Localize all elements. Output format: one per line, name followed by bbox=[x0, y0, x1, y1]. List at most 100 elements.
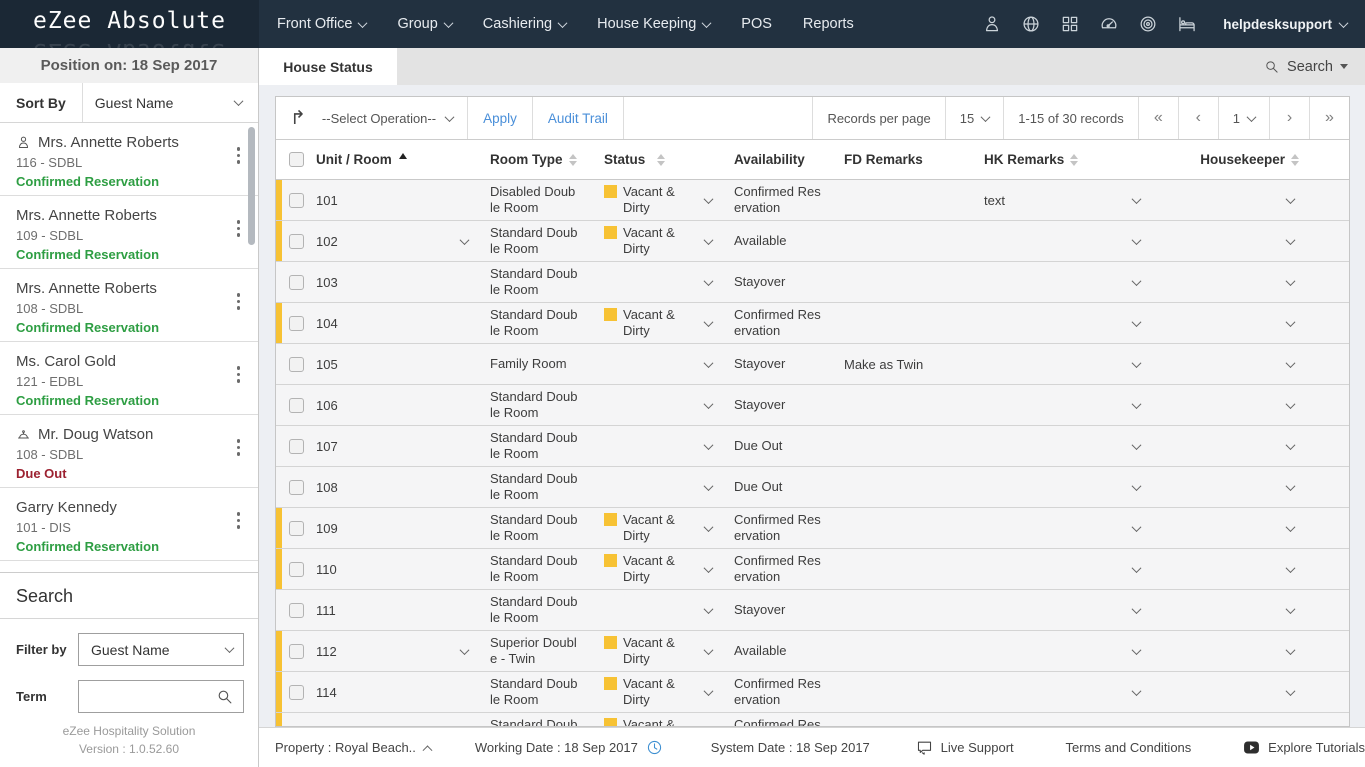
col-hk-remarks[interactable]: HK Remarks bbox=[976, 152, 1148, 167]
guest-actions-menu-icon[interactable] bbox=[237, 220, 241, 237]
bell-icon[interactable] bbox=[16, 427, 31, 442]
guest-card[interactable]: Mrs. Annette Roberts109 - SDBLConfirmed … bbox=[0, 196, 258, 269]
status-dropdown-chevron-icon[interactable] bbox=[704, 399, 714, 409]
status-dropdown-chevron-icon[interactable] bbox=[704, 481, 714, 491]
status-dropdown-chevron-icon[interactable] bbox=[704, 686, 714, 696]
hk-remarks-dropdown-chevron-icon[interactable] bbox=[1132, 481, 1142, 491]
hk-remarks-dropdown-chevron-icon[interactable] bbox=[1132, 522, 1142, 532]
housekeeper-dropdown-chevron-icon[interactable] bbox=[1286, 358, 1296, 368]
row-checkbox[interactable] bbox=[289, 439, 304, 454]
housekeeper-dropdown-chevron-icon[interactable] bbox=[1286, 235, 1296, 245]
live-support-link[interactable]: Live Support bbox=[916, 739, 1014, 756]
expand-row-chevron-icon[interactable] bbox=[459, 235, 469, 245]
last-page-button[interactable]: » bbox=[1309, 97, 1349, 139]
search-toggle[interactable]: Search bbox=[1246, 48, 1365, 85]
status-dropdown-chevron-icon[interactable] bbox=[704, 358, 714, 368]
row-checkbox[interactable] bbox=[289, 480, 304, 495]
eye-icon[interactable] bbox=[1138, 14, 1158, 34]
row-checkbox[interactable] bbox=[289, 193, 304, 208]
col-housekeeper[interactable]: Housekeeper bbox=[1148, 152, 1349, 167]
status-dropdown-chevron-icon[interactable] bbox=[704, 194, 714, 204]
row-checkbox[interactable] bbox=[289, 644, 304, 659]
first-page-button[interactable]: « bbox=[1138, 97, 1178, 139]
status-dropdown-chevron-icon[interactable] bbox=[704, 235, 714, 245]
housekeeper-dropdown-chevron-icon[interactable] bbox=[1286, 645, 1296, 655]
row-checkbox[interactable] bbox=[289, 726, 304, 727]
guest-actions-menu-icon[interactable] bbox=[237, 366, 241, 383]
sort-by-select[interactable]: Guest Name bbox=[83, 83, 258, 122]
operation-select[interactable]: --Select Operation-- bbox=[320, 97, 468, 139]
guest-card[interactable]: Garry Kennedy101 - DISConfirmed Reservat… bbox=[0, 488, 258, 561]
hk-remarks-dropdown-chevron-icon[interactable] bbox=[1132, 686, 1142, 696]
bed-icon[interactable] bbox=[1177, 14, 1197, 34]
housekeeper-dropdown-chevron-icon[interactable] bbox=[1286, 522, 1296, 532]
housekeeper-dropdown-chevron-icon[interactable] bbox=[1286, 481, 1296, 491]
hk-remarks-dropdown-chevron-icon[interactable] bbox=[1132, 440, 1142, 450]
property-selector[interactable]: Property : Royal Beach.. bbox=[275, 740, 431, 755]
row-checkbox[interactable] bbox=[289, 234, 304, 249]
row-checkbox[interactable] bbox=[289, 562, 304, 577]
terms-link[interactable]: Terms and Conditions bbox=[1066, 740, 1192, 755]
housekeeper-dropdown-chevron-icon[interactable] bbox=[1286, 563, 1296, 573]
prev-page-button[interactable]: ‹ bbox=[1178, 97, 1218, 139]
housekeeper-dropdown-chevron-icon[interactable] bbox=[1286, 276, 1296, 286]
row-checkbox[interactable] bbox=[289, 398, 304, 413]
guest-actions-menu-icon[interactable] bbox=[237, 439, 241, 456]
housekeeper-dropdown-chevron-icon[interactable] bbox=[1286, 686, 1296, 696]
person-icon[interactable] bbox=[16, 135, 31, 150]
hk-remarks-dropdown-chevron-icon[interactable] bbox=[1132, 358, 1142, 368]
col-room-type[interactable]: Room Type bbox=[482, 152, 596, 167]
records-per-page-select[interactable]: 15 bbox=[945, 97, 1003, 139]
row-checkbox[interactable] bbox=[289, 275, 304, 290]
gauge-icon[interactable] bbox=[1099, 14, 1119, 34]
housekeeper-dropdown-chevron-icon[interactable] bbox=[1286, 604, 1296, 614]
next-page-button[interactable]: › bbox=[1269, 97, 1309, 139]
housekeeper-dropdown-chevron-icon[interactable] bbox=[1286, 440, 1296, 450]
guest-card[interactable]: Ms. Carol Gold121 - EDBLConfirmed Reserv… bbox=[0, 342, 258, 415]
hk-remarks-dropdown-chevron-icon[interactable] bbox=[1132, 399, 1142, 409]
search-icon[interactable] bbox=[216, 688, 233, 705]
hk-remarks-dropdown-chevron-icon[interactable] bbox=[1132, 276, 1142, 286]
apply-button[interactable]: Apply bbox=[468, 97, 533, 139]
col-status[interactable]: Status bbox=[596, 152, 691, 167]
housekeeper-dropdown-chevron-icon[interactable] bbox=[1286, 194, 1296, 204]
row-checkbox[interactable] bbox=[289, 521, 304, 536]
apps-grid-icon[interactable] bbox=[1060, 14, 1080, 34]
guest-actions-menu-icon[interactable] bbox=[237, 512, 241, 529]
guest-actions-menu-icon[interactable] bbox=[237, 293, 241, 310]
housekeeper-dropdown-chevron-icon[interactable] bbox=[1286, 317, 1296, 327]
row-checkbox[interactable] bbox=[289, 316, 304, 331]
select-all-checkbox[interactable] bbox=[289, 152, 304, 167]
clock-icon[interactable] bbox=[646, 739, 663, 756]
user-icon[interactable] bbox=[982, 14, 1002, 34]
guest-card[interactable]: Mr. Doug Watson108 - SDBLDue Out bbox=[0, 415, 258, 488]
guest-card[interactable]: Mrs. Annette Roberts116 - SDBLConfirmed … bbox=[0, 123, 258, 196]
hk-remarks-dropdown-chevron-icon[interactable] bbox=[1132, 235, 1142, 245]
status-dropdown-chevron-icon[interactable] bbox=[704, 440, 714, 450]
hk-remarks-dropdown-chevron-icon[interactable] bbox=[1132, 194, 1142, 204]
hk-remarks-dropdown-chevron-icon[interactable] bbox=[1132, 563, 1142, 573]
filter-by-select[interactable]: Guest Name bbox=[78, 633, 244, 666]
hk-remarks-dropdown-chevron-icon[interactable] bbox=[1132, 317, 1142, 327]
status-dropdown-chevron-icon[interactable] bbox=[704, 522, 714, 532]
col-unit-room[interactable]: Unit / Room bbox=[316, 152, 446, 167]
status-dropdown-chevron-icon[interactable] bbox=[704, 276, 714, 286]
menu-reports[interactable]: Reports bbox=[803, 16, 854, 32]
housekeeper-dropdown-chevron-icon[interactable] bbox=[1286, 399, 1296, 409]
row-checkbox[interactable] bbox=[289, 357, 304, 372]
audit-trail-button[interactable]: Audit Trail bbox=[533, 97, 624, 139]
guest-list-scrollbar[interactable] bbox=[248, 127, 255, 245]
status-dropdown-chevron-icon[interactable] bbox=[704, 317, 714, 327]
account-menu[interactable]: helpdesksupport bbox=[1223, 17, 1347, 32]
guest-actions-menu-icon[interactable] bbox=[237, 147, 241, 164]
explore-tutorials-link[interactable]: Explore Tutorials bbox=[1243, 739, 1365, 756]
globe-icon[interactable] bbox=[1021, 14, 1041, 34]
status-dropdown-chevron-icon[interactable] bbox=[704, 604, 714, 614]
status-dropdown-chevron-icon[interactable] bbox=[704, 563, 714, 573]
status-dropdown-chevron-icon[interactable] bbox=[704, 645, 714, 655]
hk-remarks-dropdown-chevron-icon[interactable] bbox=[1132, 604, 1142, 614]
menu-pos[interactable]: POS bbox=[741, 16, 772, 32]
term-input[interactable] bbox=[91, 681, 216, 712]
row-checkbox[interactable] bbox=[289, 685, 304, 700]
row-checkbox[interactable] bbox=[289, 603, 304, 618]
